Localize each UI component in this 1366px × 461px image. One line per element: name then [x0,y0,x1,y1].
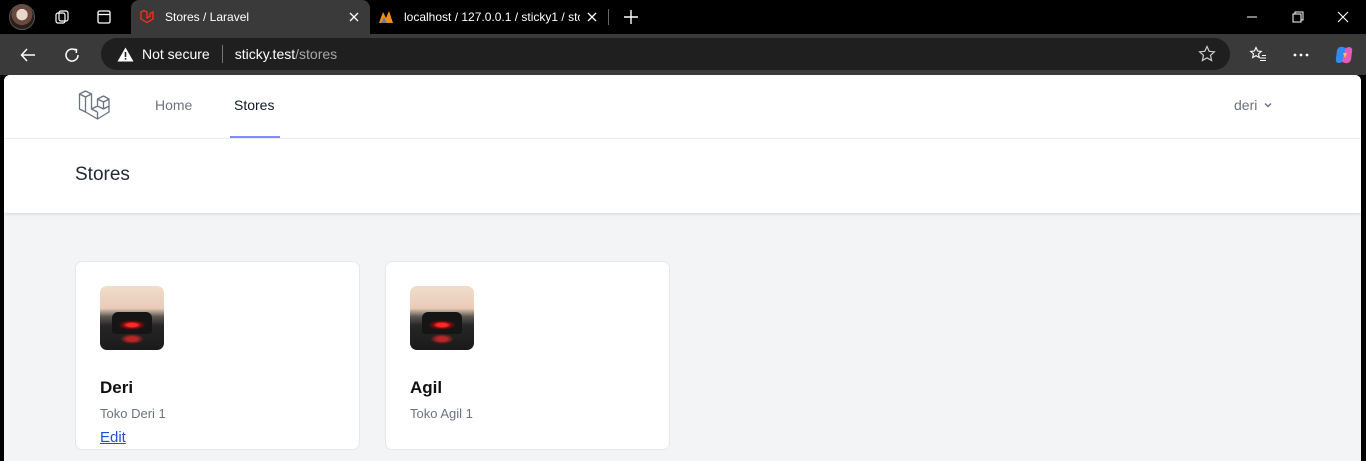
favorites-icon[interactable] [1243,40,1273,70]
close-window-icon[interactable] [1320,0,1366,34]
address-divider [221,45,223,63]
web-page: Home Stores deri Stores Deri Toko Deri 1… [4,75,1361,461]
favorite-star-icon[interactable] [1198,45,1216,63]
refresh-icon[interactable] [57,40,87,70]
nav-stores-link[interactable]: Stores [234,97,274,113]
page-header: Stores [4,139,1361,213]
user-menu[interactable]: deri [1234,97,1273,113]
new-tab-icon[interactable] [619,5,643,29]
chevron-down-icon [1264,102,1272,108]
phpmyadmin-favicon-icon [378,9,394,25]
edit-store-link[interactable]: Edit [100,429,126,446]
minimize-icon[interactable] [1229,0,1275,34]
nav-home-link[interactable]: Home [155,97,192,113]
tab-stores[interactable]: Stores / Laravel [131,0,370,34]
laravel-favicon-icon [139,9,155,25]
tab-divider [608,9,609,25]
security-label[interactable]: Not secure [142,46,210,62]
close-tab-icon[interactable] [342,5,366,29]
tab-title: localhost / 127.0.0.1 / sticky1 / sto [404,10,580,24]
store-image [100,286,164,350]
store-card: Deri Toko Deri 1 Edit [75,261,360,450]
active-nav-indicator [230,136,280,138]
workspaces-icon[interactable] [50,5,74,29]
url-host: sticky.test [234,46,296,62]
restore-icon[interactable] [1275,0,1321,34]
top-navigation: Home Stores deri [4,75,1361,139]
laravel-logo-icon[interactable] [78,89,110,123]
warning-icon[interactable] [117,47,135,62]
browser-tab-strip: Stores / Laravel localhost / 127.0.0.1 /… [0,0,1366,34]
copilot-icon[interactable] [1329,40,1359,70]
store-name: Agil [410,378,443,397]
tab-title: Stores / Laravel [165,10,250,24]
back-arrow-icon[interactable] [13,40,43,70]
browser-toolbar: Not secure sticky.test/stores [0,34,1366,75]
store-card: Agil Toko Agil 1 [385,261,670,450]
tab-phpmyadmin[interactable]: localhost / 127.0.0.1 / sticky1 / sto [370,0,608,34]
store-description: Toko Deri 1 [100,406,166,421]
store-image [410,286,474,350]
url-path: /stores [295,46,338,62]
store-description: Toko Agil 1 [410,406,473,421]
user-name: deri [1234,97,1258,113]
tab-actions-icon[interactable] [92,5,116,29]
more-options-icon[interactable] [1286,40,1316,70]
address-bar[interactable]: Not secure sticky.test/stores [101,38,1230,70]
store-name: Deri [100,378,134,397]
page-title: Stores [75,164,130,185]
profile-avatar[interactable] [9,4,35,30]
close-tab-icon[interactable] [580,5,604,29]
